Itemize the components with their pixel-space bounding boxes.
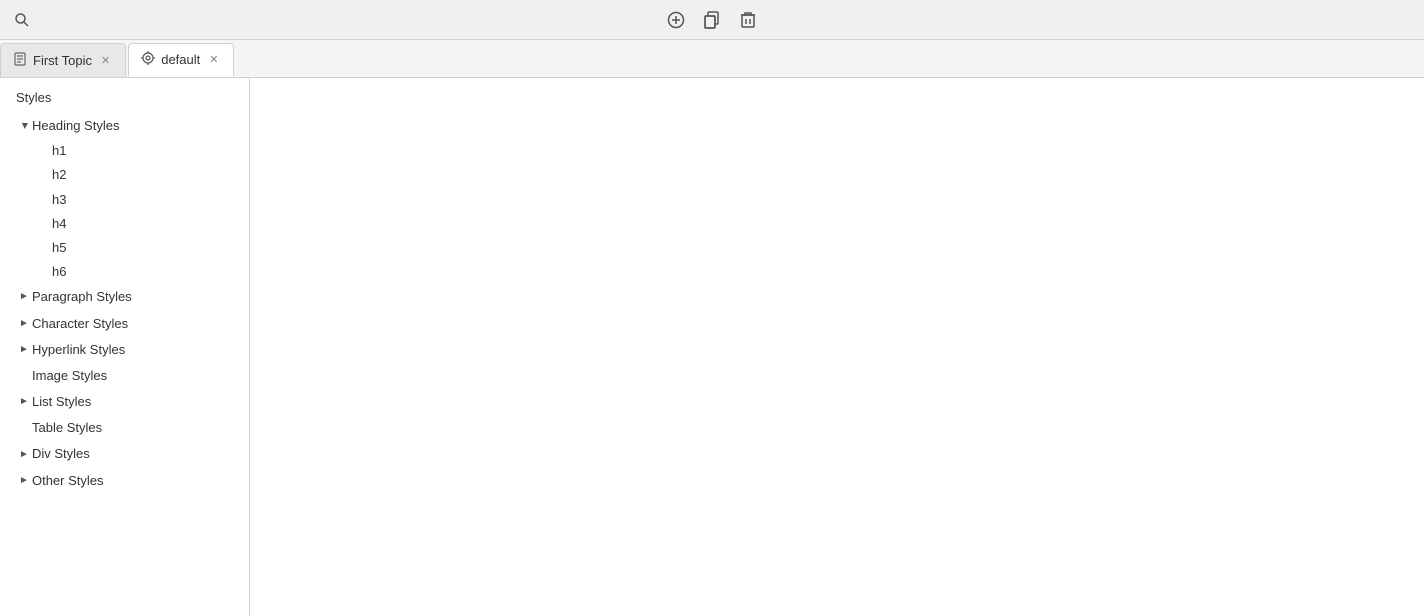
tab-first-topic-label: First Topic xyxy=(33,53,92,68)
sidebar-title: Styles xyxy=(0,86,249,113)
content-area xyxy=(250,78,1424,616)
list-styles-label: List Styles xyxy=(32,393,91,411)
tab-first-topic[interactable]: First Topic ✕ xyxy=(0,43,126,77)
div-styles-label: Div Styles xyxy=(32,445,90,463)
tab-first-topic-close[interactable]: ✕ xyxy=(98,53,113,68)
paragraph-styles-arrow: ► xyxy=(16,289,32,305)
hyperlink-styles-label: Hyperlink Styles xyxy=(32,341,125,359)
tree-item-character-styles[interactable]: ► Character Styles xyxy=(0,311,249,337)
tree-child-h1[interactable]: h1 xyxy=(0,139,249,163)
tree-item-image-styles[interactable]: Image Styles xyxy=(0,363,249,389)
heading-styles-label: Heading Styles xyxy=(32,117,119,135)
div-styles-arrow: ► xyxy=(16,447,32,463)
tree-item-table-styles[interactable]: Table Styles xyxy=(0,415,249,441)
tree-child-h5[interactable]: h5 xyxy=(0,236,249,260)
main-layout: Styles ► Heading Styles h1 h2 h3 h4 h5 h… xyxy=(0,78,1424,616)
tree-item-list-styles[interactable]: ► List Styles xyxy=(0,389,249,415)
sidebar: Styles ► Heading Styles h1 h2 h3 h4 h5 h… xyxy=(0,78,250,616)
list-styles-arrow: ► xyxy=(16,394,32,410)
tree-item-heading-styles[interactable]: ► Heading Styles xyxy=(0,113,249,139)
character-styles-arrow: ► xyxy=(16,316,32,332)
character-styles-label: Character Styles xyxy=(32,315,128,333)
other-styles-arrow: ► xyxy=(16,473,32,489)
table-styles-label: Table Styles xyxy=(32,419,102,437)
image-styles-label: Image Styles xyxy=(32,367,107,385)
tab-first-topic-icon xyxy=(13,52,27,69)
copy-icon[interactable] xyxy=(700,8,724,32)
search-icon[interactable] xyxy=(10,8,34,32)
toolbar xyxy=(0,0,1424,40)
tree-child-h6[interactable]: h6 xyxy=(0,260,249,284)
tab-default-icon xyxy=(141,51,155,68)
paragraph-styles-label: Paragraph Styles xyxy=(32,288,132,306)
tree-item-hyperlink-styles[interactable]: ► Hyperlink Styles xyxy=(0,337,249,363)
other-styles-label: Other Styles xyxy=(32,472,104,490)
tree-child-h4[interactable]: h4 xyxy=(0,212,249,236)
heading-styles-arrow: ► xyxy=(16,118,32,134)
toolbar-left xyxy=(10,8,34,32)
tab-default[interactable]: default ✕ xyxy=(128,43,234,77)
tabs-bar: First Topic ✕ default ✕ xyxy=(0,40,1424,78)
hyperlink-styles-arrow: ► xyxy=(16,342,32,358)
tree-item-div-styles[interactable]: ► Div Styles xyxy=(0,441,249,467)
tree-child-h3[interactable]: h3 xyxy=(0,188,249,212)
add-icon[interactable] xyxy=(664,8,688,32)
tree-child-h2[interactable]: h2 xyxy=(0,163,249,187)
toolbar-right xyxy=(664,8,760,32)
tab-default-close[interactable]: ✕ xyxy=(206,52,221,67)
tree-item-other-styles[interactable]: ► Other Styles xyxy=(0,468,249,494)
tab-default-label: default xyxy=(161,52,200,67)
delete-icon[interactable] xyxy=(736,8,760,32)
tree-item-paragraph-styles[interactable]: ► Paragraph Styles xyxy=(0,284,249,310)
